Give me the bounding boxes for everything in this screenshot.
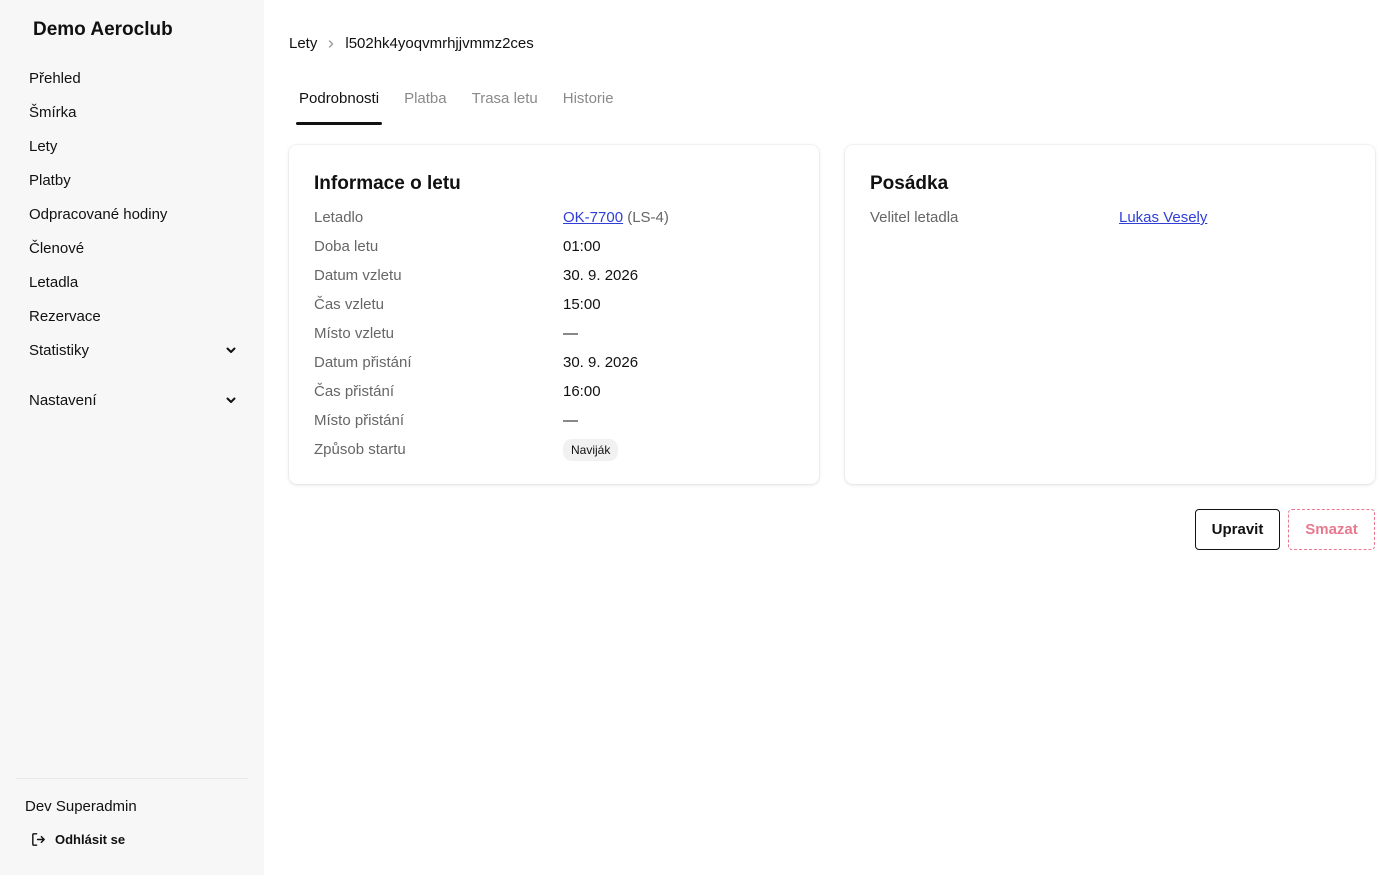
info-row-landing-place: Místo přistání — <box>314 406 794 435</box>
sidebar-item-label: Letadla <box>29 273 79 291</box>
sidebar-item-rezervace[interactable]: Rezervace <box>16 299 248 333</box>
info-label: Datum přistání <box>314 354 412 371</box>
tab-podrobnosti[interactable]: Podrobnosti <box>295 88 383 125</box>
sidebar-item-smirka[interactable]: Šmírka <box>16 95 248 129</box>
sidebar-item-label: Členové <box>29 239 85 257</box>
delete-button[interactable]: Smazat <box>1288 509 1375 550</box>
sidebar-item-label: Odpracované hodiny <box>29 205 168 223</box>
info-row-takeoff-date: Datum vzletu 30. 9. 2026 <box>314 261 794 290</box>
launch-method-badge: Naviják <box>563 438 619 461</box>
flight-info-card: Informace o letu Letadlo OK-7700 (LS-4) … <box>289 145 819 484</box>
info-value: 15:00 <box>563 296 601 313</box>
info-row-takeoff-place: Místo vzletu — <box>314 319 794 348</box>
info-row-landing-date: Datum přistání 30. 9. 2026 <box>314 348 794 377</box>
main-content: Lety l502hk4yoqvmrhjjvmmz2ces Podrobnost… <box>264 0 1400 875</box>
info-label: Velitel letadla <box>870 209 959 226</box>
info-label: Místo vzletu <box>314 325 395 342</box>
info-label: Datum vzletu <box>314 267 402 284</box>
sidebar-nav: Přehled Šmírka Lety Platby Odpracované h… <box>16 61 248 417</box>
sidebar-item-label: Šmírka <box>29 103 77 121</box>
sidebar-item-lety[interactable]: Lety <box>16 129 248 163</box>
info-value: 30. 9. 2026 <box>563 267 639 284</box>
info-label: Čas přistání <box>314 383 395 400</box>
crew-card: Posádka Velitel letadla Lukas Vesely <box>845 145 1375 484</box>
breadcrumb-current: l502hk4yoqvmrhjjvmmz2ces <box>345 35 534 52</box>
info-label: Doba letu <box>314 238 379 255</box>
logout-label: Odhlásit se <box>55 832 126 847</box>
sidebar-divider <box>16 778 248 779</box>
breadcrumb: Lety l502hk4yoqvmrhjjvmmz2ces <box>289 35 534 52</box>
sidebar-item-label: Nastavení <box>29 391 97 409</box>
info-row-aircraft: Letadlo OK-7700 (LS-4) <box>314 203 794 232</box>
crew-row-pilot: Velitel letadla Lukas Vesely <box>870 203 1350 232</box>
info-value: Naviják <box>563 438 619 461</box>
flight-info-list: Letadlo OK-7700 (LS-4) Doba letu 01:00 D… <box>314 203 794 464</box>
sidebar-item-prehled[interactable]: Přehled <box>16 61 248 95</box>
sidebar-item-label: Přehled <box>29 69 81 87</box>
sidebar-item-letadla[interactable]: Letadla <box>16 265 248 299</box>
logout-icon <box>32 833 45 846</box>
breadcrumb-parent-link[interactable]: Lety <box>289 35 317 52</box>
brand-title: Demo Aeroclub <box>33 19 173 40</box>
edit-button[interactable]: Upravit <box>1195 509 1280 550</box>
sidebar-item-label: Lety <box>29 137 58 155</box>
info-value: OK-7700 (LS-4) <box>563 209 669 226</box>
info-label: Místo přistání <box>314 412 405 429</box>
pilot-link[interactable]: Lukas Vesely <box>1119 209 1207 226</box>
aircraft-type: (LS-4) <box>627 209 669 226</box>
sidebar-item-odpracovane-hodiny[interactable]: Odpracované hodiny <box>16 197 248 231</box>
chevron-down-icon <box>226 347 236 353</box>
info-row-duration: Doba letu 01:00 <box>314 232 794 261</box>
info-label: Letadlo <box>314 209 364 226</box>
card-title: Posádka <box>870 173 949 194</box>
info-label: Způsob startu <box>314 441 406 458</box>
tab-trasa-letu[interactable]: Trasa letu <box>472 88 538 125</box>
sidebar-item-label: Statistiky <box>29 341 90 359</box>
sidebar-item-nastaveni[interactable]: Nastavení <box>16 383 248 417</box>
sidebar-item-platby[interactable]: Platby <box>16 163 248 197</box>
logout-button[interactable]: Odhlásit se <box>30 831 125 848</box>
tab-bar: Podrobnosti Platba Trasa letu Historie <box>295 88 639 125</box>
card-title: Informace o letu <box>314 173 461 194</box>
info-value: 01:00 <box>563 238 601 255</box>
info-row-takeoff-time: Čas vzletu 15:00 <box>314 290 794 319</box>
sidebar-item-label: Rezervace <box>29 307 101 325</box>
info-value: 16:00 <box>563 383 601 400</box>
sidebar-item-clenove[interactable]: Členové <box>16 231 248 265</box>
crew-list: Velitel letadla Lukas Vesely <box>870 203 1350 232</box>
aircraft-link[interactable]: OK-7700 <box>563 209 623 226</box>
info-row-launch-method: Způsob startu Naviják <box>314 435 794 464</box>
sidebar: Demo Aeroclub Přehled Šmírka Lety Platby… <box>0 0 264 875</box>
sidebar-item-statistiky[interactable]: Statistiky <box>16 333 248 367</box>
tab-historie[interactable]: Historie <box>563 88 614 125</box>
current-user-name: Dev Superadmin <box>25 798 137 815</box>
chevron-down-icon <box>226 397 236 403</box>
info-value: Lukas Vesely <box>1119 209 1207 226</box>
info-value: — <box>563 412 578 429</box>
info-label: Čas vzletu <box>314 296 385 313</box>
tab-platba[interactable]: Platba <box>404 88 447 125</box>
sidebar-item-label: Platby <box>29 171 71 189</box>
info-value: — <box>563 325 578 342</box>
info-row-landing-time: Čas přistání 16:00 <box>314 377 794 406</box>
info-value: 30. 9. 2026 <box>563 354 639 371</box>
chevron-right-icon <box>329 39 334 48</box>
